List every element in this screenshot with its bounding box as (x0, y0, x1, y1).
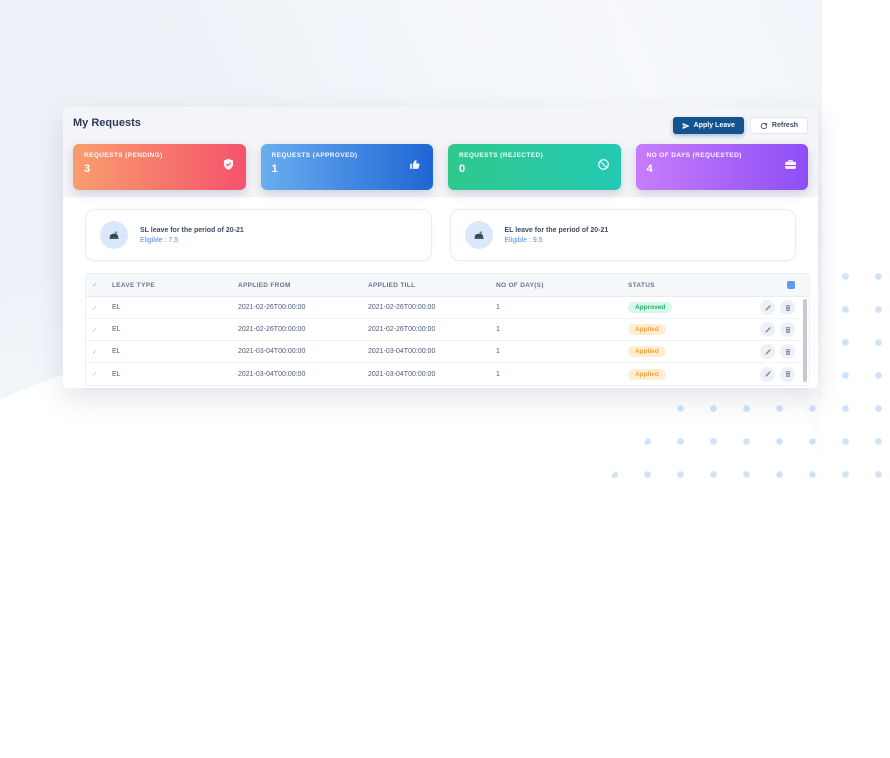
status-badge: Approved (628, 302, 673, 313)
status-badge: Applied (628, 368, 666, 380)
row-check-icon[interactable]: ✓ (92, 370, 112, 378)
cell-applied-from: 2021-02-26T00:00:00 (238, 304, 306, 311)
apply-leave-button[interactable]: Apply Leave (672, 117, 744, 134)
cell-days: 1 (496, 370, 500, 378)
col-applied-till: APPLIED TILL (368, 281, 416, 289)
cell-days: 1 (496, 326, 500, 333)
table-row: ✓ EL 2021-02-26T00:00:00 2021-02-26T00:0… (86, 319, 809, 341)
edit-button[interactable] (760, 322, 775, 337)
stat-card: REQUESTS (REJECTED) 0 (448, 144, 621, 190)
edit-button[interactable] (760, 344, 775, 359)
row-actions (756, 344, 795, 359)
stat-card-label: NO OF DAYS (REQUESTED) (646, 152, 742, 159)
cell-applied-till: 2021-02-26T00:00:00 (368, 326, 436, 333)
stat-card-value: 3 (84, 163, 91, 175)
col-days: NO OF DAY(S) (496, 281, 544, 289)
panel-lower-section: SL leave for the period of 20-21 Eligibl… (63, 197, 818, 388)
status-badge: Applied (628, 346, 666, 357)
stat-card-label: REQUESTS (PENDING) (84, 152, 163, 159)
cell-applied-till: 2021-03-04T00:00:00 (368, 370, 436, 378)
summary-eligible: Eligible : 9.5 (504, 236, 543, 244)
sl-leave-summary-card: SL leave for the period of 20-21 Eligibl… (85, 209, 432, 261)
edit-button[interactable] (760, 366, 775, 382)
table-header: ✓ LEAVE TYPE APPLIED FROM APPLIED TILL N… (86, 274, 809, 297)
stat-cards-row: REQUESTS (PENDING) 3 REQUESTS (APPROVED)… (73, 144, 808, 190)
cell-applied-till: 2021-03-04T00:00:00 (368, 348, 436, 355)
refresh-label: Refresh (771, 122, 798, 129)
shield-check-icon (222, 158, 235, 176)
stat-card-value: 4 (646, 163, 653, 175)
stat-card: REQUESTS (PENDING) 3 (73, 144, 246, 190)
delete-button[interactable] (780, 344, 795, 359)
el-leave-summary-card: EL leave for the period of 20-21 Eligibl… (449, 209, 796, 261)
toolbar: Apply Leave Refresh (672, 117, 808, 134)
stat-card-value: 0 (459, 163, 466, 175)
cell-applied-from: 2021-02-26T00:00:00 (238, 326, 306, 333)
row-check-icon[interactable]: ✓ (92, 348, 112, 356)
refresh-icon (760, 122, 768, 130)
delete-button[interactable] (780, 322, 795, 337)
table-settings-icon[interactable] (787, 281, 795, 289)
table-row: ✓ EL 2021-03-04T00:00:00 2021-03-04T00:0… (86, 341, 809, 363)
stat-card-label: REQUESTS (APPROVED) (271, 152, 358, 159)
cell-leave-type: EL (112, 304, 121, 311)
summary-title: EL leave for the period of 20-21 (504, 226, 609, 234)
row-actions (756, 322, 795, 337)
col-status: STATUS (628, 281, 655, 289)
cell-days: 1 (496, 348, 500, 355)
stat-card: NO OF DAYS (REQUESTED) 4 (635, 144, 808, 190)
requests-table: ✓ LEAVE TYPE APPLIED FROM APPLIED TILL N… (85, 273, 810, 386)
row-check-icon[interactable]: ✓ (92, 326, 112, 334)
cell-days: 1 (496, 304, 500, 311)
briefcase-icon (784, 158, 797, 176)
table-row: ✓ EL 2021-02-26T00:00:00 2021-02-26T00:0… (86, 297, 809, 319)
thumbs-up-icon (409, 158, 422, 176)
summary-title: SL leave for the period of 20-21 (140, 226, 244, 234)
col-leave-type: LEAVE TYPE (112, 281, 155, 289)
row-actions (756, 300, 795, 315)
cell-applied-from: 2021-03-04T00:00:00 (238, 370, 306, 378)
delete-button[interactable] (780, 366, 795, 382)
row-check-icon[interactable]: ✓ (92, 304, 112, 312)
cell-leave-type: EL (112, 326, 121, 333)
my-requests-panel: My Requests Apply Leave Refresh REQUESTS… (63, 107, 818, 388)
table-row: ✓ EL 2021-03-04T00:00:00 2021-03-04T00:0… (86, 363, 809, 385)
cell-applied-till: 2021-02-26T00:00:00 (368, 304, 436, 311)
stat-card-label: REQUESTS (REJECTED) (459, 152, 544, 159)
table-body: ✓ EL 2021-02-26T00:00:00 2021-02-26T00:0… (86, 297, 809, 385)
cell-leave-type: EL (112, 348, 121, 355)
leave-icon (100, 221, 128, 249)
select-all-check-icon[interactable]: ✓ (92, 281, 112, 289)
table-scrollbar[interactable] (803, 299, 807, 382)
row-actions (756, 366, 795, 382)
stat-card-value: 1 (271, 163, 278, 175)
summary-eligible: Eligible : 7.5 (140, 236, 179, 244)
page-title: My Requests (73, 117, 141, 129)
stat-card: REQUESTS (APPROVED) 1 (260, 144, 433, 190)
leave-icon (464, 221, 493, 249)
refresh-button[interactable]: Refresh (749, 117, 808, 134)
status-badge: Applied (628, 324, 666, 335)
cell-leave-type: EL (112, 370, 121, 378)
panel-top-section: My Requests Apply Leave Refresh REQUESTS… (63, 107, 818, 190)
ban-icon (597, 158, 610, 176)
send-icon (682, 122, 690, 130)
apply-leave-label: Apply Leave (693, 122, 735, 129)
cell-applied-from: 2021-03-04T00:00:00 (238, 348, 306, 355)
leave-summary-row: SL leave for the period of 20-21 Eligibl… (85, 209, 796, 261)
delete-button[interactable] (780, 300, 795, 315)
col-applied-from: APPLIED FROM (238, 281, 291, 289)
edit-button[interactable] (760, 300, 775, 315)
